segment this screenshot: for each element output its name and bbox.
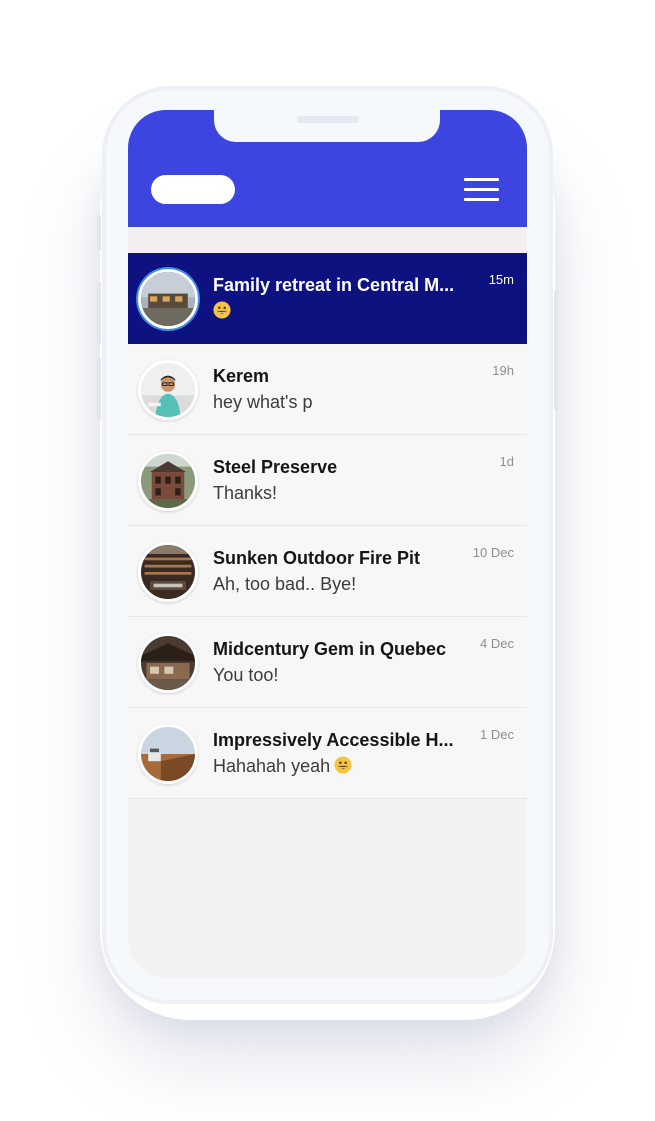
phone-volume-up-button bbox=[97, 282, 101, 344]
conversation-title: Impressively Accessible H... bbox=[213, 730, 454, 750]
phone-volume-down-button bbox=[97, 358, 101, 420]
preview-text: Hahahah yeah bbox=[213, 756, 331, 776]
conversation-preview: You too! bbox=[213, 665, 279, 685]
phone-mockup: Family retreat in Central M... 15m Kerem… bbox=[0, 0, 655, 1121]
conversation-row[interactable]: Midcentury Gem in Quebec You too! 4 Dec bbox=[128, 617, 527, 708]
conversation-row[interactable]: Impressively Accessible H... Hahahah yea… bbox=[128, 708, 527, 799]
conversation-title: Kerem bbox=[213, 366, 270, 386]
grinning-face-emoji bbox=[213, 301, 231, 319]
conversation-time: 4 Dec bbox=[480, 636, 514, 651]
conversation-time: 1d bbox=[499, 454, 514, 469]
conversation-time: 1 Dec bbox=[480, 727, 514, 742]
conversation-title: Family retreat in Central M... bbox=[213, 275, 455, 295]
phone-speaker bbox=[297, 116, 359, 123]
conversation-time: 15m bbox=[488, 272, 514, 287]
conversation-preview: Ah, too bad.. Bye! bbox=[213, 574, 357, 594]
conversation-title: Steel Preserve bbox=[213, 457, 338, 477]
conversation-preview bbox=[213, 301, 231, 322]
conversation-preview: Hahahah yeah bbox=[213, 756, 352, 777]
grinning-face-emoji bbox=[334, 756, 352, 774]
conversation-list: Family retreat in Central M... 15m Kerem… bbox=[128, 253, 527, 799]
house-photo-avatar bbox=[138, 451, 198, 511]
header-subbar bbox=[128, 227, 527, 253]
house-photo-avatar bbox=[138, 724, 198, 784]
phone-notch bbox=[214, 104, 440, 142]
conversation-row[interactable]: Kerem hey what's p 19h bbox=[128, 344, 527, 435]
conversation-preview: hey what's p bbox=[213, 392, 313, 412]
app-logo[interactable] bbox=[151, 175, 235, 204]
house-photo-avatar bbox=[138, 542, 198, 602]
conversation-title: Midcentury Gem in Quebec bbox=[213, 639, 447, 659]
hamburger-menu-icon[interactable] bbox=[464, 178, 500, 204]
house-photo-avatar bbox=[138, 269, 198, 329]
conversation-title: Sunken Outdoor Fire Pit bbox=[213, 548, 421, 568]
conversation-row[interactable]: Sunken Outdoor Fire Pit Ah, too bad.. By… bbox=[128, 526, 527, 617]
person-photo-avatar bbox=[138, 360, 198, 420]
house-photo-avatar bbox=[138, 633, 198, 693]
conversation-time: 19h bbox=[492, 363, 514, 378]
phone-power-button bbox=[554, 290, 558, 410]
conversation-time: 10 Dec bbox=[472, 545, 514, 560]
conversation-row[interactable]: Family retreat in Central M... 15m bbox=[128, 253, 527, 344]
conversation-row[interactable]: Steel Preserve Thanks! 1d bbox=[128, 435, 527, 526]
conversation-preview: Thanks! bbox=[213, 483, 278, 503]
phone-side-button bbox=[97, 215, 101, 251]
app-screen: Family retreat in Central M... 15m Kerem… bbox=[128, 110, 527, 978]
